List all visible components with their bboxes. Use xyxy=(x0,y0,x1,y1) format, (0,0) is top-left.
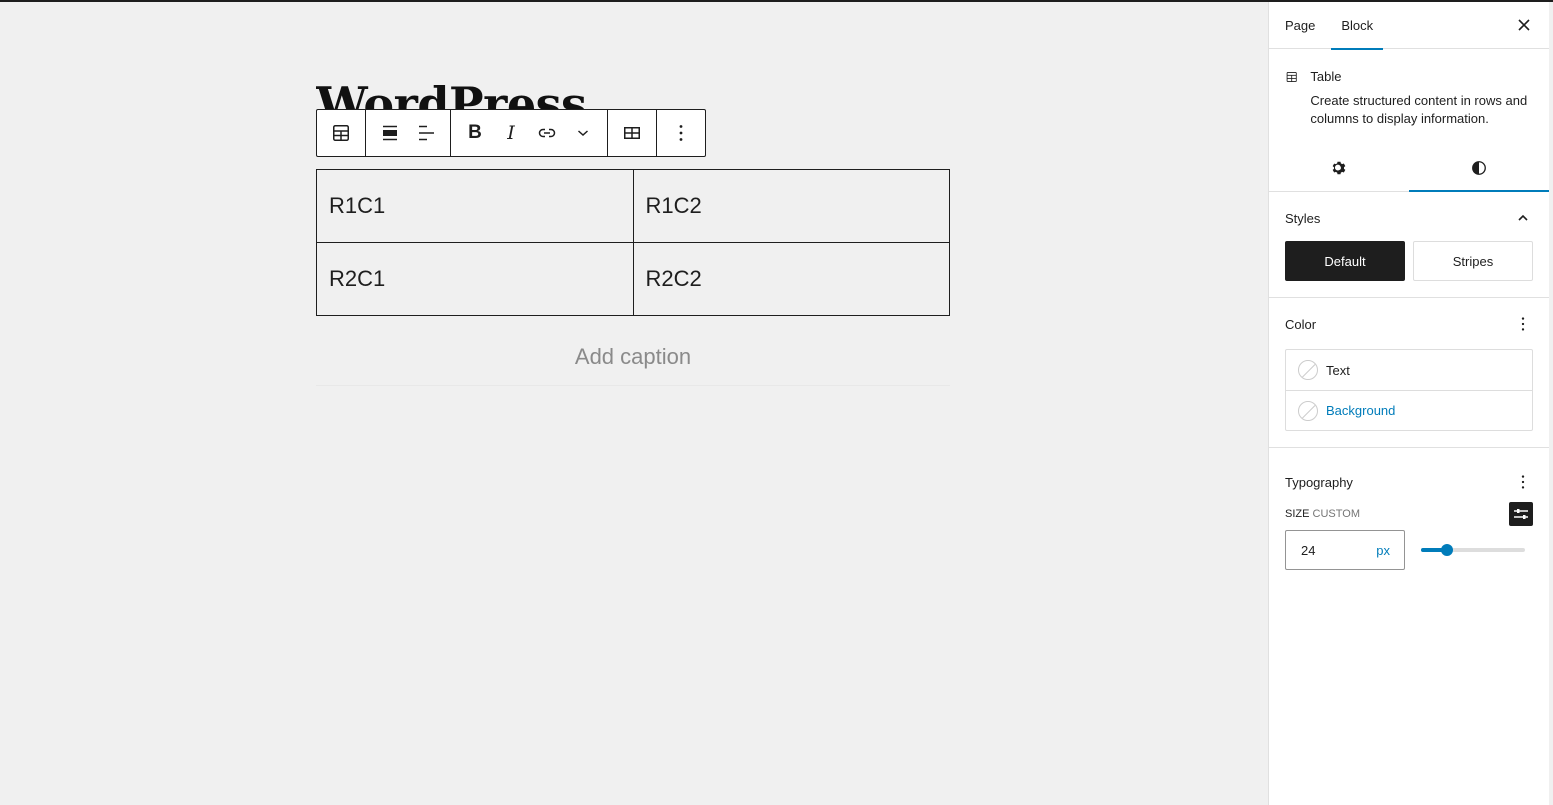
styles-panel-title: Styles xyxy=(1285,210,1321,226)
toolbar-group-format: B I xyxy=(451,110,608,156)
table-edit-icon xyxy=(624,127,640,139)
tab-page[interactable]: Page xyxy=(1275,2,1325,49)
block-title: Table xyxy=(1310,69,1342,84)
style-default-button[interactable]: Default xyxy=(1285,241,1405,281)
contrast-icon xyxy=(1472,160,1486,175)
table-cell[interactable]: R2C2 xyxy=(632,242,950,316)
table-icon xyxy=(333,125,349,141)
sidebar-scrollbar[interactable] xyxy=(1549,2,1553,805)
font-size-label-text: Size xyxy=(1285,508,1310,520)
table-icon xyxy=(1286,71,1297,83)
table-caption-input[interactable]: Add caption xyxy=(316,344,950,386)
text-align-button[interactable] xyxy=(408,110,444,156)
italic-button[interactable]: I xyxy=(493,110,529,156)
more-vertical-icon xyxy=(1521,317,1525,331)
slider-thumb[interactable] xyxy=(1441,544,1453,556)
tab-settings[interactable] xyxy=(1269,144,1409,191)
align-button[interactable] xyxy=(372,110,408,156)
bold-button[interactable]: B xyxy=(457,110,493,156)
toolbar-group-options xyxy=(657,110,705,156)
color-panel-title: Color xyxy=(1285,316,1317,332)
toolbar-group-block xyxy=(317,110,366,156)
color-list: Text Background xyxy=(1285,349,1533,431)
font-size-sublabel: Custom xyxy=(1312,508,1360,520)
more-vertical-icon xyxy=(1521,475,1525,489)
gear-icon xyxy=(1332,161,1346,174)
color-options-button[interactable] xyxy=(1513,314,1533,334)
block-toolbar: B I xyxy=(316,109,706,157)
block-card: Table Create structured content in rows … xyxy=(1269,49,1549,144)
tab-styles[interactable] xyxy=(1409,144,1549,192)
chevron-up-icon xyxy=(1518,214,1528,221)
link-icon xyxy=(538,128,556,138)
table-cell[interactable]: R2C1 xyxy=(316,242,634,316)
block-description: Create structured content in rows and co… xyxy=(1310,93,1528,126)
toolbar-group-align xyxy=(366,110,451,156)
color-background-item[interactable]: Background xyxy=(1286,390,1532,430)
table-row: R2C1 R2C2 xyxy=(316,242,950,316)
typography-panel: Typography Size Custom 24 px xyxy=(1269,448,1549,586)
more-rich-text-button[interactable] xyxy=(565,110,601,156)
typography-options-button[interactable] xyxy=(1513,472,1533,492)
empty-swatch-icon xyxy=(1298,360,1318,380)
styles-panel: Styles Default Stripes xyxy=(1269,192,1549,298)
font-size-input[interactable]: 24 px xyxy=(1285,530,1405,570)
tab-block[interactable]: Block xyxy=(1331,2,1383,50)
font-size-unit-select[interactable]: px xyxy=(1376,543,1390,558)
typography-panel-title: Typography xyxy=(1285,474,1353,490)
color-background-label: Background xyxy=(1326,403,1396,418)
empty-swatch-icon xyxy=(1298,400,1318,421)
options-button[interactable] xyxy=(663,110,699,156)
font-size-slider[interactable] xyxy=(1421,540,1525,560)
more-vertical-icon xyxy=(679,125,683,141)
align-left-icon xyxy=(419,125,434,141)
table-cell[interactable]: R1C1 xyxy=(316,169,634,243)
color-panel: Color Text Background xyxy=(1269,298,1549,448)
link-button[interactable] xyxy=(529,110,565,156)
block-type-button[interactable] xyxy=(323,110,359,156)
color-text-label: Text xyxy=(1326,362,1350,378)
collapse-styles-button[interactable] xyxy=(1513,208,1533,228)
chevron-down-icon xyxy=(578,130,588,137)
edit-table-button[interactable] xyxy=(614,110,650,156)
inspector-tabs xyxy=(1269,144,1549,192)
custom-size-toggle[interactable] xyxy=(1509,502,1533,526)
settings-sidebar: Page Block Table Create structured conte… xyxy=(1268,2,1549,805)
style-stripes-button[interactable]: Stripes xyxy=(1413,241,1533,281)
toolbar-group-table xyxy=(608,110,657,156)
sidebar-tabs: Page Block xyxy=(1269,2,1549,50)
close-sidebar-button[interactable] xyxy=(1513,14,1535,36)
table-row: R1C1 R1C2 xyxy=(316,169,950,243)
table-cell[interactable]: R1C2 xyxy=(632,169,950,243)
font-size-value: 24 xyxy=(1301,542,1316,558)
font-size-label: Size Custom xyxy=(1285,508,1360,520)
table-block: R1C1 R1C2 R2C1 R2C2 xyxy=(316,169,950,316)
align-wide-icon xyxy=(383,125,397,141)
color-text-item[interactable]: Text xyxy=(1286,350,1532,390)
close-icon xyxy=(1518,19,1530,31)
settings-sliders-icon xyxy=(1514,509,1528,519)
